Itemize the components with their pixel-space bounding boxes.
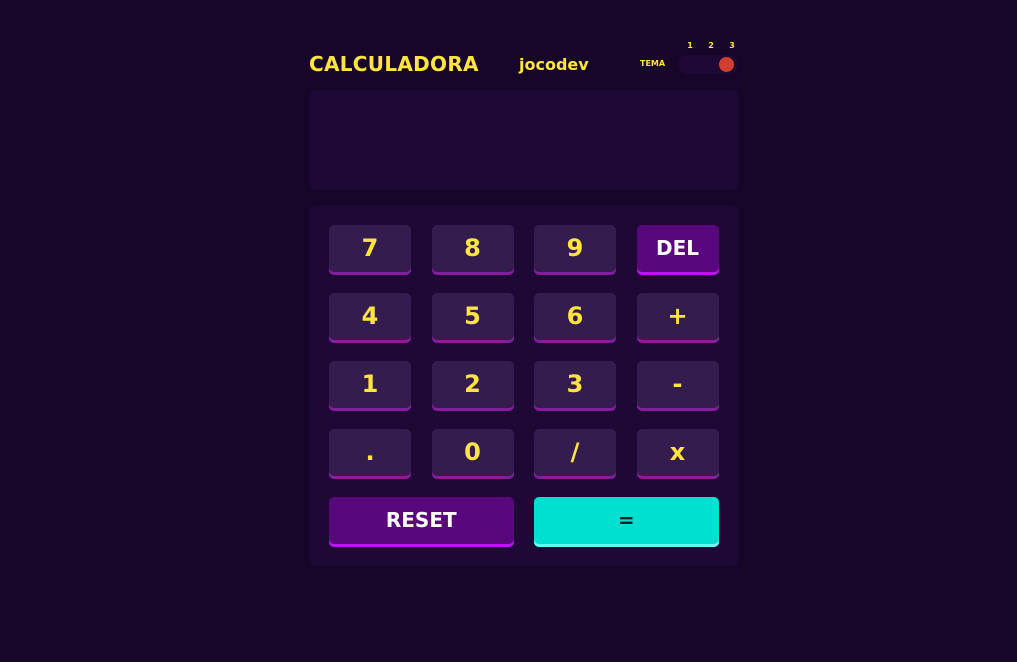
theme-option-2[interactable]: 2 — [705, 41, 717, 50]
key-3[interactable]: 3 — [534, 361, 616, 411]
theme-switcher: TEMA 1 2 3 — [640, 38, 739, 78]
theme-option-3[interactable]: 3 — [726, 41, 738, 50]
calculator: CALCULADORA jocodev TEMA 1 2 3 7 8 9 DEL… — [309, 38, 739, 566]
key-divide[interactable]: / — [534, 429, 616, 479]
brand-name: jocodev — [519, 55, 589, 74]
key-plus[interactable]: + — [636, 293, 719, 343]
theme-toggle[interactable] — [678, 55, 738, 74]
theme-label: TEMA — [640, 59, 666, 68]
keys-grid: 7 8 9 DEL 4 5 6 + 1 2 3 - . 0 / x RESET … — [329, 225, 719, 547]
key-1[interactable]: 1 — [329, 361, 411, 411]
key-7[interactable]: 7 — [329, 225, 411, 275]
key-multiply[interactable]: x — [636, 429, 719, 479]
header: CALCULADORA jocodev TEMA 1 2 3 — [309, 38, 739, 88]
key-8[interactable]: 8 — [431, 225, 514, 275]
theme-option-1[interactable]: 1 — [684, 41, 696, 50]
key-4[interactable]: 4 — [329, 293, 411, 343]
theme-toggle-knob[interactable] — [719, 57, 734, 72]
keypad: 7 8 9 DEL 4 5 6 + 1 2 3 - . 0 / x RESET … — [309, 205, 739, 566]
equals-button[interactable]: = — [534, 497, 719, 547]
key-decimal[interactable]: . — [329, 429, 411, 479]
app-title: CALCULADORA — [309, 52, 479, 76]
key-9[interactable]: 9 — [534, 225, 616, 275]
key-2[interactable]: 2 — [431, 361, 514, 411]
key-5[interactable]: 5 — [431, 293, 514, 343]
display-screen — [309, 90, 739, 190]
theme-options: 1 2 3 — [684, 41, 738, 50]
key-minus[interactable]: - — [636, 361, 719, 411]
key-6[interactable]: 6 — [534, 293, 616, 343]
key-0[interactable]: 0 — [431, 429, 514, 479]
delete-button[interactable]: DEL — [636, 225, 719, 275]
reset-button[interactable]: RESET — [329, 497, 514, 547]
